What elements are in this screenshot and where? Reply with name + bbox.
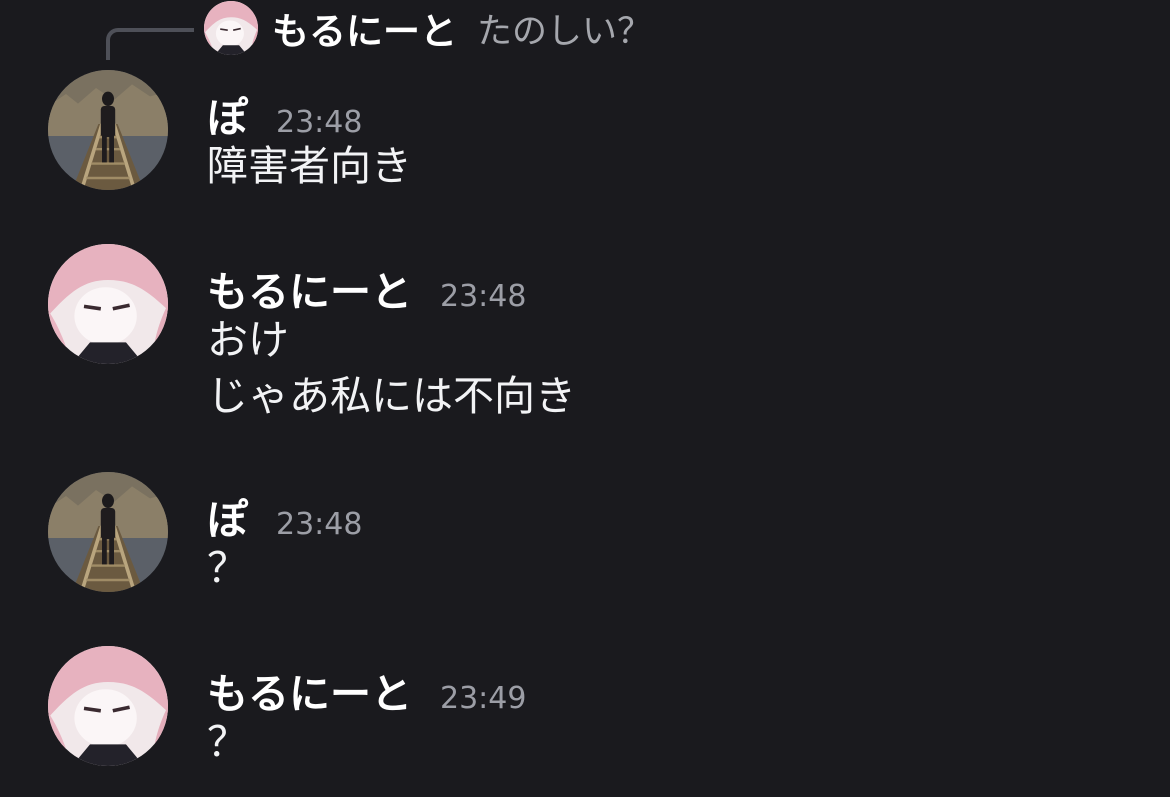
pink-hair-anime-avatar-icon[interactable]	[48, 646, 168, 766]
message-timestamp[interactable]: 23:48	[276, 507, 362, 542]
message-text: じゃあ私には不向き	[207, 372, 576, 420]
message-text: ？	[207, 718, 248, 766]
reply-connector-line	[106, 28, 194, 60]
pink-hair-anime-avatar-icon[interactable]	[48, 244, 168, 364]
message-header: もるにーと 23:48	[207, 258, 526, 318]
message-header: ぽ 23:48	[207, 84, 362, 144]
reply-text[interactable]: たのしい？	[477, 3, 652, 54]
pink-hair-anime-avatar-icon[interactable]	[204, 1, 258, 55]
message-header: ぽ 23:48	[207, 486, 362, 546]
message-author[interactable]: ぽ	[207, 84, 248, 144]
message-author[interactable]: もるにーと	[207, 660, 412, 720]
message-timestamp[interactable]: 23:48	[276, 105, 362, 140]
message-text: ？	[207, 544, 248, 592]
message-header: もるにーと 23:49	[207, 660, 526, 720]
walking-figure-city-avatar-icon[interactable]	[48, 70, 168, 190]
message-timestamp[interactable]: 23:49	[440, 681, 526, 716]
message-timestamp[interactable]: 23:48	[440, 279, 526, 314]
message-text: おけ	[207, 316, 289, 364]
message-author[interactable]: もるにーと	[207, 258, 412, 318]
reply-reference[interactable]: もるにーと たのしい？	[204, 1, 652, 55]
walking-figure-city-avatar-icon[interactable]	[48, 472, 168, 592]
message-author[interactable]: ぽ	[207, 486, 248, 546]
message-text: 障害者向き	[207, 142, 412, 190]
reply-author[interactable]: もるにーと	[272, 1, 457, 55]
